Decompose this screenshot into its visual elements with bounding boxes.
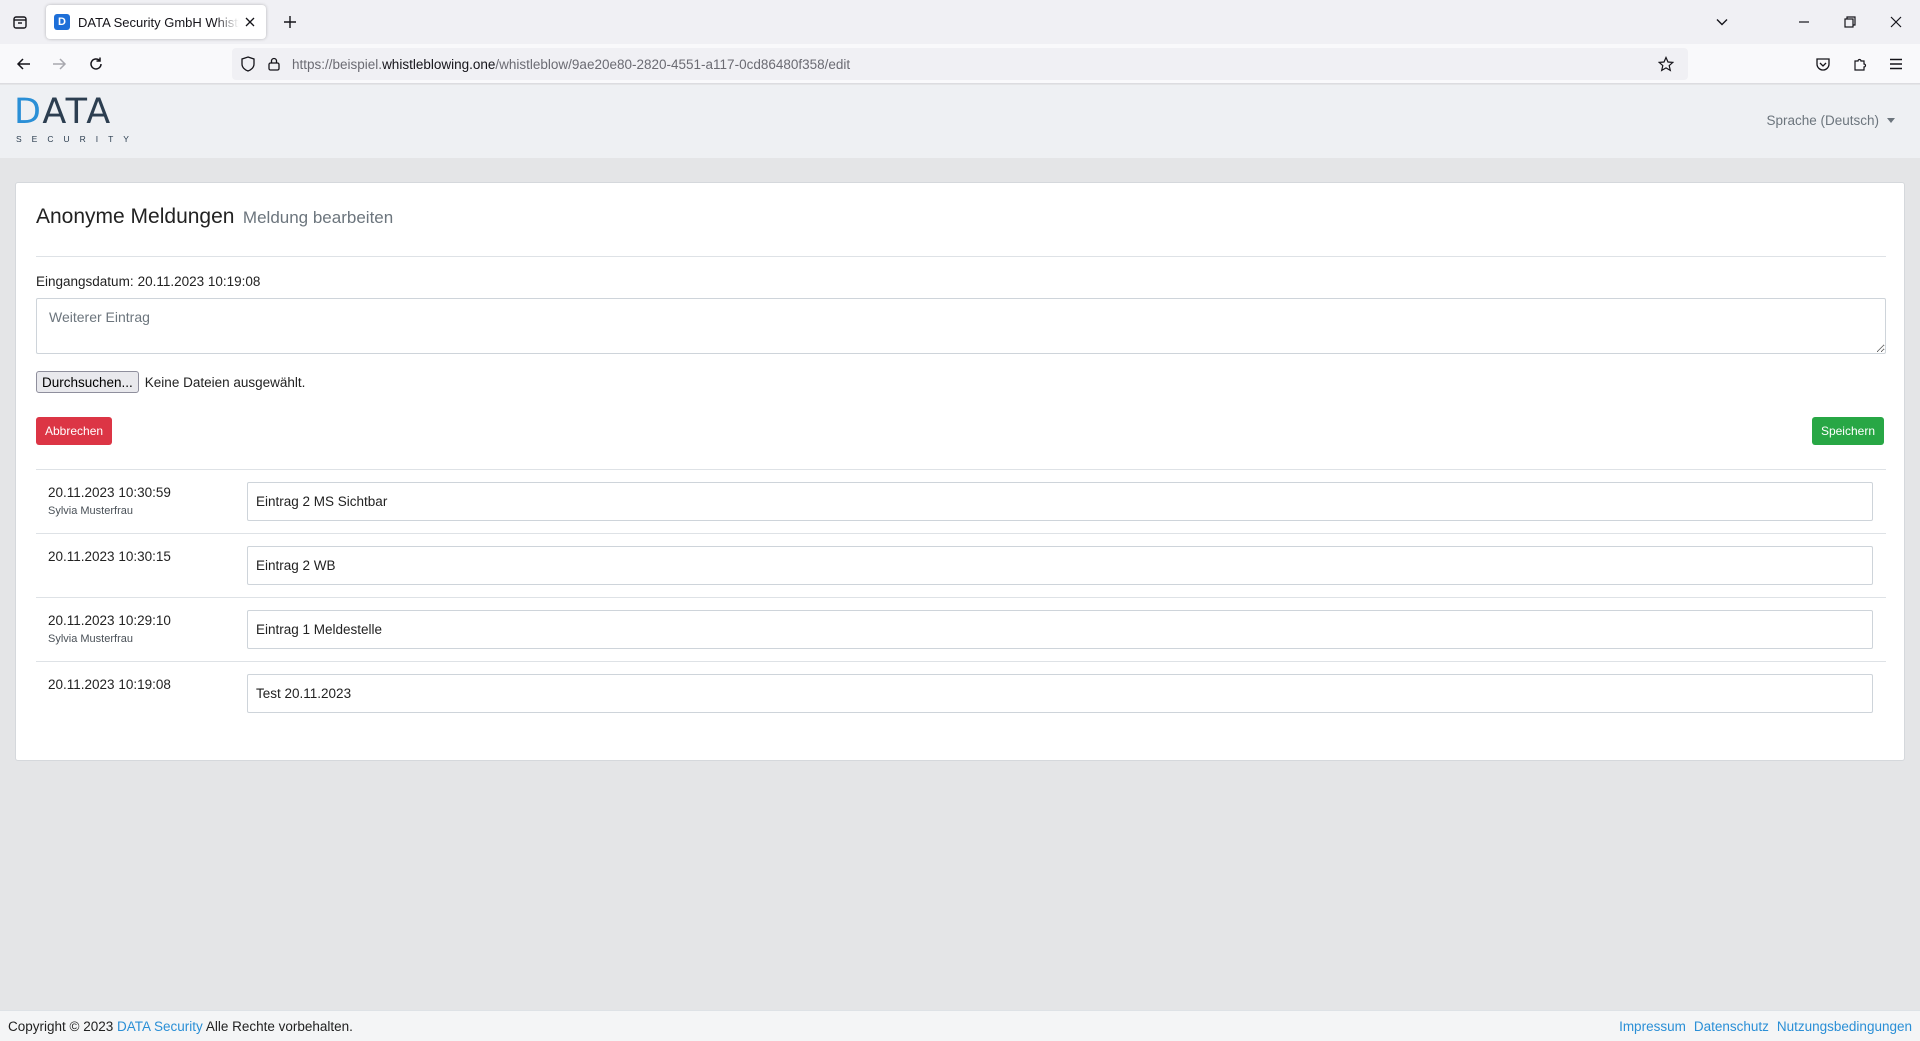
reload-icon[interactable] <box>82 50 110 78</box>
forward-arrow-right-icon[interactable] <box>45 50 73 78</box>
list-item: 20.11.2023 10:30:15 <box>36 534 1886 598</box>
received-date-label: Eingangsdatum: <box>36 274 134 289</box>
browser-tab-active[interactable]: D DATA Security GmbH Whistleblowing <box>46 5 266 39</box>
language-dropdown[interactable]: Sprache (Deutsch) <box>1766 113 1895 128</box>
data-security-logo[interactable]: DATA SECURITY <box>14 92 139 146</box>
back-arrow-left-icon[interactable] <box>10 50 38 78</box>
caret-down-icon <box>1887 118 1895 123</box>
pocket-icon[interactable] <box>1809 50 1837 78</box>
bookmark-star-icon[interactable] <box>1658 56 1674 72</box>
footer-links: Impressum Datenschutz Nutzungsbedingunge… <box>1619 1019 1912 1034</box>
copyright-prefix: Copyright © 2023 <box>8 1019 114 1034</box>
site-footer: Copyright © 2023 DATA Security Alle Rech… <box>0 1010 1920 1041</box>
url-text[interactable]: https://beispiel.whistleblowing.one/whis… <box>292 57 850 72</box>
cancel-button[interactable]: Abbrechen <box>36 417 113 445</box>
privacy-link[interactable]: Datenschutz <box>1694 1019 1769 1034</box>
new-tab-plus-icon[interactable] <box>278 10 302 34</box>
tab-overflow-chevron-down-icon[interactable] <box>1706 6 1738 38</box>
entry-text-field[interactable] <box>247 674 1873 713</box>
impressum-link[interactable]: Impressum <box>1619 1019 1686 1034</box>
copyright: Copyright © 2023 DATA Security Alle Rech… <box>8 1019 353 1034</box>
report-edit-card: Anonyme Meldungen Meldung bearbeiten Ein… <box>15 182 1905 761</box>
list-all-tabs-icon[interactable] <box>8 8 32 36</box>
minimize-icon[interactable] <box>1788 6 1820 38</box>
browser-navigation-bar: https://beispiel.whistleblowing.one/whis… <box>0 44 1920 84</box>
extensions-puzzle-icon[interactable] <box>1846 50 1874 78</box>
entry-author: Sylvia Musterfrau <box>48 505 133 517</box>
received-date: Eingangsdatum: 20.11.2023 10:19:08 <box>36 274 260 289</box>
logo-text: DATA <box>14 92 113 132</box>
entry-date: 20.11.2023 10:30:15 <box>48 549 171 564</box>
tab-title: DATA Security GmbH Whistleblowing <box>78 14 239 30</box>
copyright-suffix: Alle Rechte vorbehalten. <box>205 1019 353 1034</box>
divider <box>36 256 1886 257</box>
new-entry-textarea[interactable] <box>36 298 1886 354</box>
close-icon[interactable] <box>243 14 258 30</box>
site-header: DATA SECURITY Sprache (Deutsch) <box>0 85 1920 158</box>
restore-icon[interactable] <box>1834 6 1866 38</box>
list-item: 20.11.2023 10:29:10 Sylvia Musterfrau <box>36 598 1886 662</box>
entry-author: Sylvia Musterfrau <box>48 633 133 645</box>
browse-files-button[interactable]: Durchsuchen... <box>36 371 139 393</box>
entry-text-field[interactable] <box>247 546 1873 585</box>
entry-date: 20.11.2023 10:30:59 <box>48 485 171 500</box>
entry-date: 20.11.2023 10:29:10 <box>48 613 171 628</box>
hamburger-menu-icon[interactable] <box>1882 50 1910 78</box>
entry-text-field[interactable] <box>247 482 1873 521</box>
page-title-sub: Meldung bearbeiten <box>242 208 394 227</box>
site-favicon-icon: D <box>54 14 70 30</box>
shield-icon[interactable] <box>240 56 256 72</box>
entry-text-field[interactable] <box>247 610 1873 649</box>
language-label: Sprache (Deutsch) <box>1766 113 1879 128</box>
save-button[interactable]: Speichern <box>1811 417 1884 445</box>
browser-tab-bar: D DATA Security GmbH Whistleblowing <box>0 0 1920 44</box>
company-link[interactable]: DATA Security <box>117 1019 203 1034</box>
file-upload: Durchsuchen... Keine Dateien ausgewählt. <box>36 371 305 393</box>
entry-date: 20.11.2023 10:19:08 <box>48 677 171 692</box>
address-bar[interactable]: https://beispiel.whistleblowing.one/whis… <box>232 48 1688 80</box>
list-item: 20.11.2023 10:30:59 Sylvia Musterfrau <box>36 470 1886 534</box>
received-date-value: 20.11.2023 10:19:08 <box>137 274 261 289</box>
entries-list: 20.11.2023 10:30:59 Sylvia Musterfrau 20… <box>36 469 1886 726</box>
terms-link[interactable]: Nutzungsbedingungen <box>1777 1019 1912 1034</box>
close-window-close-icon[interactable] <box>1880 6 1912 38</box>
page-title-main: Anonyme Meldungen <box>36 205 235 228</box>
page-title: Anonyme Meldungen Meldung bearbeiten <box>36 205 393 229</box>
file-status-text: Keine Dateien ausgewählt. <box>144 374 306 390</box>
list-item: 20.11.2023 10:19:08 <box>36 662 1886 726</box>
lock-icon[interactable] <box>266 56 282 72</box>
logo-subtext: SECURITY <box>16 134 139 144</box>
